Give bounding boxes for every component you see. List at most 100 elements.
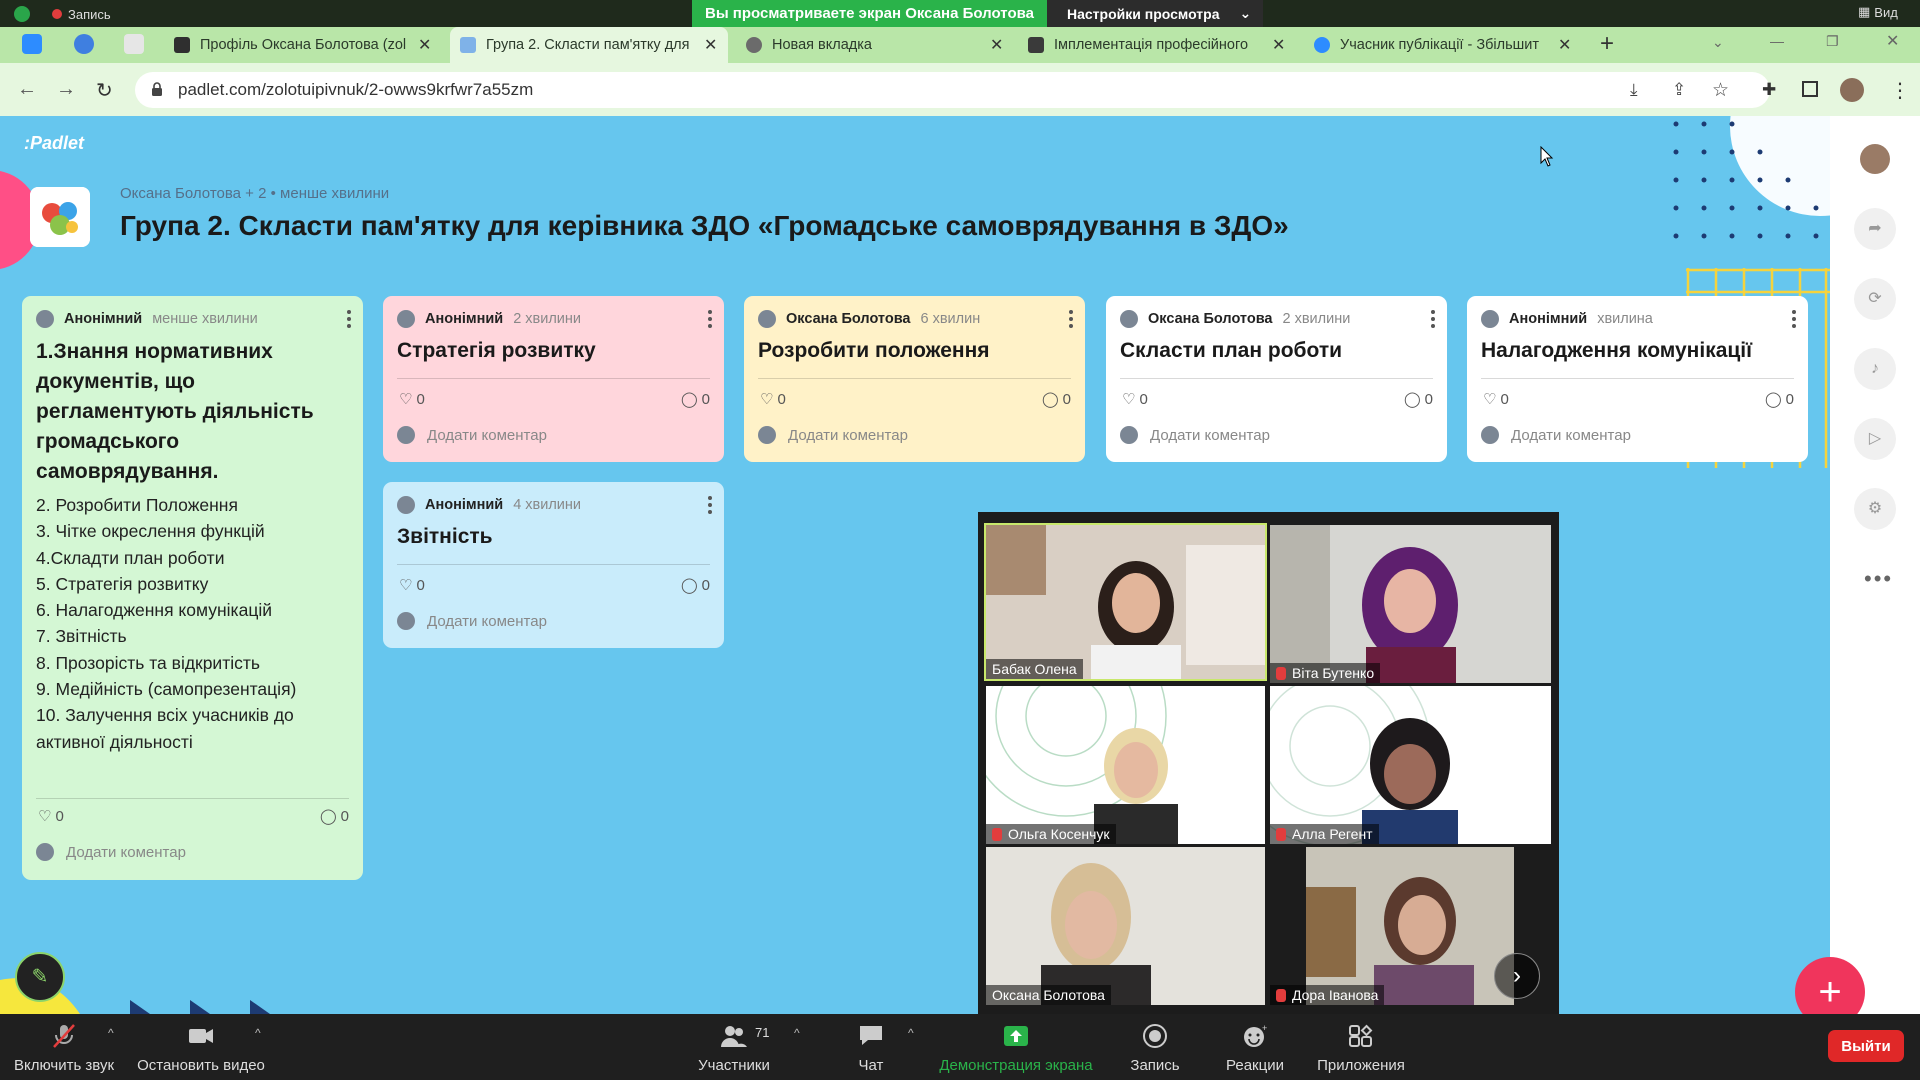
leave-button[interactable]: Выйти (1828, 1030, 1904, 1062)
share-button[interactable]: ➦ (1854, 208, 1896, 250)
remake-button[interactable]: ⟳ (1854, 278, 1896, 320)
pinned-tab-canva[interactable] (74, 34, 94, 54)
participant-name-tag: Оксана Болотова (986, 985, 1111, 1005)
window-close-button[interactable]: ✕ (1886, 31, 1899, 51)
notifications-button[interactable]: ♪ (1854, 348, 1896, 390)
video-tile[interactable]: Віта Бутенко (1270, 525, 1551, 683)
comment-button[interactable]: ◯ 0 (1765, 390, 1794, 409)
more-icon[interactable] (1431, 310, 1435, 331)
pinned-tab-zoom[interactable] (22, 34, 42, 54)
video-tile[interactable]: Ольга Косенчук (986, 686, 1265, 844)
slideshow-button[interactable]: ▷ (1854, 418, 1896, 460)
video-tile[interactable]: Бабак Олена (984, 523, 1267, 681)
tab-zoom-participant[interactable]: Учасник публікації - Збільшит ✕ (1304, 27, 1584, 63)
more-icon[interactable] (708, 310, 712, 331)
tab-search-icon[interactable]: ⌄ (1712, 34, 1724, 51)
next-page-button[interactable]: › (1494, 953, 1540, 999)
stop-video-button[interactable]: Остановить видео (134, 1014, 268, 1080)
pencil-button[interactable]: ✎ (15, 952, 65, 1002)
avatar[interactable] (1840, 78, 1864, 102)
video-tile[interactable]: Оксана Болотова (986, 847, 1265, 1005)
add-comment[interactable]: Додати коментар (397, 612, 547, 630)
side-panel-icon[interactable] (1802, 81, 1818, 97)
more-icon[interactable] (347, 310, 351, 331)
like-button[interactable]: ♡ 0 (1122, 390, 1148, 409)
reactions-button[interactable]: + Реакции (1216, 1014, 1294, 1080)
close-icon[interactable]: ✕ (418, 35, 431, 55)
share-icon[interactable]: ⇪ (1672, 80, 1686, 100)
minimize-button[interactable]: — (1770, 33, 1784, 49)
view-options-button[interactable]: Настройки просмотра ⌄ (1047, 0, 1263, 27)
post-card-communication[interactable]: Анонімний хвилина Налагодження комунікаці… (1467, 296, 1808, 462)
share-screen-button[interactable]: Демонстрация экрана (934, 1014, 1098, 1080)
comment-button[interactable]: ◯ 0 (681, 390, 710, 409)
list-item: 5. Стратегія розвитку (36, 573, 209, 594)
star-icon[interactable]: ☆ (1712, 79, 1729, 102)
share-icon: ➦ (1868, 220, 1882, 237)
tab-implementation[interactable]: Імплементація професійного ✕ (1018, 27, 1298, 63)
close-icon[interactable]: ✕ (1558, 35, 1571, 55)
chat-options-icon[interactable]: ^ (908, 1026, 914, 1040)
comment-button[interactable]: ◯ 0 (320, 807, 349, 826)
more-icon[interactable] (1069, 310, 1073, 331)
more-icon[interactable]: ••• (1864, 566, 1893, 592)
like-button[interactable]: ♡ 0 (399, 390, 425, 409)
post-card-regulation[interactable]: Оксана Болотова 6 хвилин Розробити положе… (744, 296, 1085, 462)
chat-button[interactable]: Чат (848, 1014, 894, 1080)
tab-padlet-group2[interactable]: Група 2. Скласти пам'ятку для ✕ (450, 27, 728, 63)
close-icon[interactable]: ✕ (704, 35, 717, 55)
settings-button[interactable]: ⚙ (1854, 488, 1896, 530)
add-comment[interactable]: Додати коментар (1481, 426, 1631, 444)
like-button[interactable]: ♡ 0 (1483, 390, 1509, 409)
view-button[interactable]: ▦ Вид (1858, 4, 1898, 20)
more-icon[interactable]: ⋮ (1890, 78, 1910, 103)
more-icon[interactable] (1792, 310, 1796, 331)
unmute-button[interactable]: Включить звук (12, 1014, 116, 1080)
post-card-work-plan[interactable]: Оксана Болотова 2 хвилини Скласти план ро… (1106, 296, 1447, 462)
apps-button[interactable]: Приложения (1310, 1014, 1412, 1080)
tab-new-tab[interactable]: Новая вкладка ✕ (736, 27, 1016, 63)
remake-icon: ⟳ (1868, 290, 1882, 307)
back-icon[interactable]: ← (17, 78, 37, 101)
record-button[interactable]: Запись (1124, 1014, 1186, 1080)
reload-icon[interactable]: ↻ (96, 78, 113, 103)
install-icon[interactable]: ⤓ (1630, 80, 1638, 100)
comment-button[interactable]: ◯ 0 (681, 576, 710, 595)
chat-label: Чат (858, 1057, 884, 1074)
tab-profile[interactable]: Профіль Оксана Болотова (zol ✕ (164, 27, 444, 63)
post-card-strategy[interactable]: Анонімний 2 хвилини Стратегія розвитку ♡ 0… (383, 296, 724, 462)
url-field[interactable]: padlet.com/zolotuipivnuk/2-owws9krfwr7a5… (135, 72, 1770, 108)
like-button[interactable]: ♡ 0 (399, 576, 425, 595)
participant-video (1270, 686, 1551, 844)
pinned-tab-padlet[interactable] (124, 34, 144, 54)
post-time: 2 хвилини (1282, 311, 1351, 327)
new-tab-button[interactable]: + (1600, 30, 1614, 58)
forward-icon[interactable]: → (56, 78, 76, 101)
post-card-knowledge[interactable]: Анонімний менше хвилини 1.Знання норматив… (22, 296, 363, 880)
add-comment[interactable]: Додати коментар (397, 426, 547, 444)
participants-options-icon[interactable]: ^ (794, 1026, 800, 1040)
video-options-icon[interactable]: ^ (255, 1026, 261, 1040)
participants-button[interactable]: Участники (690, 1014, 778, 1080)
close-icon[interactable]: ✕ (1272, 35, 1285, 55)
add-comment[interactable]: Додати коментар (758, 426, 908, 444)
post-card-reporting[interactable]: Анонімний 4 хвилини Звітність ♡ 0 ◯ 0 Додат… (383, 482, 724, 648)
post-title: Звітність (397, 525, 493, 548)
share-screen-label: Демонстрация экрана (939, 1057, 1093, 1074)
add-comment[interactable]: Додати коментар (36, 843, 186, 861)
lock-icon[interactable] (151, 82, 163, 96)
like-count: 0 (777, 390, 786, 408)
comment-button[interactable]: ◯ 0 (1404, 390, 1433, 409)
padlet-logo[interactable]: :Padlet (24, 133, 84, 154)
audio-options-icon[interactable]: ^ (108, 1026, 114, 1040)
video-tile[interactable]: Алла Регент (1270, 686, 1551, 844)
extensions-icon[interactable]: ✚ (1762, 80, 1776, 100)
add-comment[interactable]: Додати коментар (1120, 426, 1270, 444)
more-icon[interactable] (708, 496, 712, 517)
like-button[interactable]: ♡ 0 (38, 807, 64, 826)
close-icon[interactable]: ✕ (990, 35, 1003, 55)
comment-button[interactable]: ◯ 0 (1042, 390, 1071, 409)
restore-button[interactable]: ❐ (1826, 33, 1839, 50)
avatar[interactable] (1860, 144, 1890, 174)
like-button[interactable]: ♡ 0 (760, 390, 786, 409)
